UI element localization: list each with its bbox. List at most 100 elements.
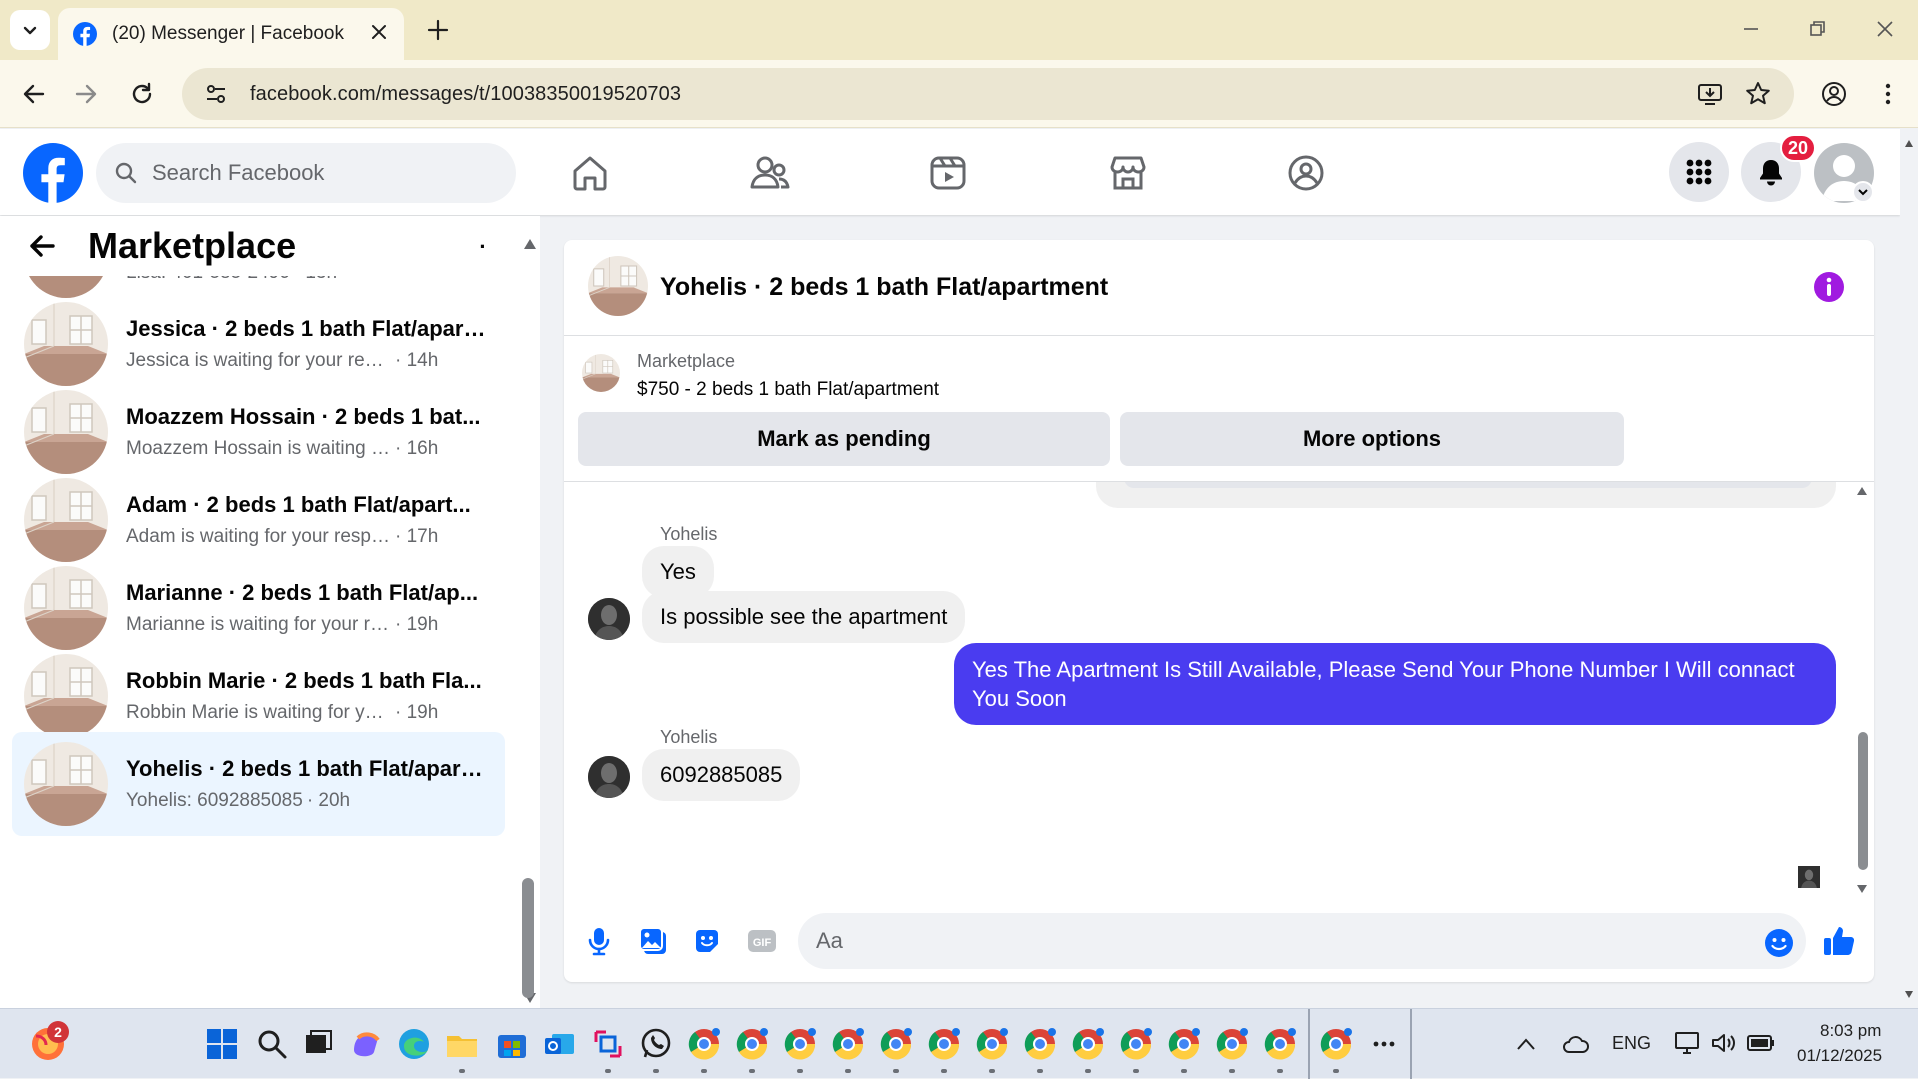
onedrive-cloud-icon[interactable] bbox=[1562, 1033, 1590, 1055]
more-options-button[interactable]: More options bbox=[1120, 412, 1624, 466]
taskbar-app-button[interactable] bbox=[782, 1026, 818, 1062]
mark-as-pending-button[interactable]: Mark as pending bbox=[578, 412, 1110, 466]
listing-price-title[interactable]: $750 - 2 beds 1 bath Flat/apartment bbox=[637, 379, 939, 401]
scroll-up-arrow-icon[interactable] bbox=[1904, 139, 1914, 149]
home-icon[interactable] bbox=[568, 151, 612, 195]
install-app-icon[interactable] bbox=[1696, 80, 1724, 108]
video-icon[interactable] bbox=[926, 151, 970, 195]
taskbar-app-button[interactable] bbox=[878, 1026, 914, 1062]
taskbar-app-button[interactable] bbox=[444, 1026, 480, 1062]
gaming-icon[interactable] bbox=[1284, 151, 1328, 195]
bookmark-star-icon[interactable] bbox=[1744, 80, 1772, 108]
taskbar-app-button[interactable] bbox=[494, 1026, 530, 1062]
taskbar-app-button[interactable] bbox=[734, 1026, 770, 1062]
taskbar-app-button[interactable] bbox=[1022, 1026, 1058, 1062]
grid-menu-icon bbox=[1686, 159, 1712, 185]
outgoing-message[interactable]: Yes The Apartment Is Still Available, Pl… bbox=[954, 643, 1836, 725]
thumbs-up-icon[interactable] bbox=[1822, 924, 1856, 958]
emoji-icon[interactable] bbox=[1764, 928, 1794, 958]
browser-tab[interactable]: (20) Messenger | Facebook bbox=[58, 8, 404, 60]
listing-thumbnail[interactable] bbox=[582, 354, 620, 392]
battery-icon[interactable] bbox=[1746, 1033, 1776, 1053]
message-input[interactable]: Aa bbox=[798, 913, 1806, 969]
info-icon[interactable] bbox=[1812, 270, 1846, 304]
message-scrollbar-thumb[interactable] bbox=[1858, 732, 1868, 870]
incoming-message[interactable]: 6092885085 bbox=[642, 749, 801, 801]
new-tab-plus-icon[interactable] bbox=[424, 16, 452, 44]
sender-avatar[interactable] bbox=[588, 756, 630, 798]
room-photo-icon bbox=[24, 742, 108, 826]
scroll-down-arrow-icon[interactable] bbox=[1904, 989, 1914, 999]
scrollbar-thumb[interactable] bbox=[522, 878, 534, 998]
scroll-up-arrow-icon[interactable] bbox=[1856, 486, 1868, 496]
page-scrollbar[interactable] bbox=[1900, 129, 1918, 1008]
taskbar-app-button[interactable] bbox=[926, 1026, 962, 1062]
menu-button[interactable] bbox=[1669, 142, 1729, 202]
taskbar-app-button[interactable] bbox=[1166, 1026, 1202, 1062]
taskbar-app-button[interactable] bbox=[1118, 1026, 1154, 1062]
network-icon[interactable] bbox=[1674, 1031, 1700, 1055]
room-photo-icon bbox=[24, 302, 108, 386]
scroll-down-arrow-icon[interactable] bbox=[1856, 884, 1868, 894]
taskbar-app-button[interactable] bbox=[686, 1026, 722, 1062]
gif-icon[interactable]: GIF bbox=[746, 926, 778, 956]
listing-avatar[interactable] bbox=[588, 256, 648, 316]
back-arrow-icon[interactable] bbox=[20, 80, 48, 108]
taskbar-app-button[interactable] bbox=[830, 1026, 866, 1062]
clock-date[interactable]: 01/12/2025 bbox=[1797, 1046, 1882, 1066]
chrome-icon bbox=[1216, 1028, 1248, 1060]
panel-title: Marketplace bbox=[88, 225, 297, 266]
clock-time[interactable]: 8:03 pm bbox=[1820, 1021, 1881, 1041]
chat-title[interactable]: Yohelis · 2 beds 1 bath Flat/apartment bbox=[660, 273, 1108, 302]
taskbar-app-button[interactable] bbox=[1214, 1026, 1250, 1062]
chrome-icon bbox=[688, 1028, 720, 1060]
taskbar-app-button[interactable] bbox=[300, 1026, 336, 1062]
taskbar-app-button[interactable] bbox=[348, 1026, 384, 1062]
taskbar-app-button[interactable] bbox=[590, 1026, 626, 1062]
input-language[interactable]: ENG bbox=[1612, 1033, 1651, 1054]
window-close-icon[interactable] bbox=[1870, 14, 1900, 44]
conversation-preview-row: Moazzem Hossain is waiting for y...· 16h bbox=[126, 438, 438, 460]
address-bar[interactable]: facebook.com/messages/t/1003835001952070… bbox=[182, 68, 1794, 120]
volume-icon[interactable] bbox=[1710, 1031, 1736, 1055]
conversation-item[interactable]: Yohelis · 2 beds 1 bath Flat/apart... Yoh… bbox=[12, 732, 505, 836]
browser-toolbar: facebook.com/messages/t/1003835001952070… bbox=[0, 60, 1918, 128]
account-menu-toggle[interactable] bbox=[1852, 181, 1874, 203]
taskbar-app-button[interactable] bbox=[974, 1026, 1010, 1062]
close-icon[interactable] bbox=[368, 21, 390, 43]
taskbar-app-button[interactable] bbox=[1318, 1026, 1354, 1062]
profile-icon[interactable] bbox=[1820, 80, 1848, 108]
photo-gallery-icon[interactable] bbox=[638, 926, 668, 956]
reload-icon[interactable] bbox=[128, 80, 156, 108]
sticker-icon[interactable] bbox=[692, 926, 722, 956]
microphone-icon[interactable] bbox=[584, 926, 614, 956]
facebook-search-input[interactable]: Search Facebook bbox=[96, 143, 516, 203]
conversation-preview-row: Marianne is waiting for your resp... · 19… bbox=[126, 614, 438, 636]
scroll-up-arrow-icon[interactable] bbox=[523, 238, 537, 250]
tab-search-button[interactable] bbox=[10, 10, 50, 50]
more-vertical-icon[interactable] bbox=[1874, 80, 1902, 108]
sender-avatar[interactable] bbox=[588, 598, 630, 640]
taskbar-app-button[interactable] bbox=[254, 1026, 290, 1062]
taskbar-app-button[interactable] bbox=[396, 1026, 432, 1062]
tab-title: (20) Messenger | Facebook bbox=[112, 23, 344, 44]
forward-arrow-icon[interactable] bbox=[72, 80, 100, 108]
more-apps-icon[interactable] bbox=[1373, 1041, 1395, 1047]
person-photo-icon bbox=[588, 598, 630, 640]
taskbar-app-button[interactable] bbox=[638, 1026, 674, 1062]
taskbar-app-button[interactable] bbox=[1262, 1026, 1298, 1062]
conversation-thumbnail bbox=[24, 390, 108, 474]
marketplace-icon[interactable] bbox=[1106, 151, 1150, 195]
back-arrow-icon[interactable] bbox=[26, 230, 58, 262]
incoming-message[interactable]: Is possible see the apartment bbox=[642, 591, 966, 643]
taskbar-app-button[interactable] bbox=[542, 1026, 578, 1062]
site-settings-icon[interactable] bbox=[204, 82, 228, 106]
restore-icon[interactable] bbox=[1802, 14, 1832, 44]
taskbar-app-button[interactable] bbox=[204, 1026, 240, 1062]
show-hidden-icons-chevron-icon[interactable] bbox=[1516, 1037, 1536, 1051]
taskbar-app-button[interactable] bbox=[1070, 1026, 1106, 1062]
start-windows-icon bbox=[207, 1029, 237, 1059]
friends-icon[interactable] bbox=[748, 151, 792, 195]
minimize-icon[interactable] bbox=[1736, 14, 1766, 44]
facebook-logo-icon[interactable] bbox=[23, 143, 83, 203]
